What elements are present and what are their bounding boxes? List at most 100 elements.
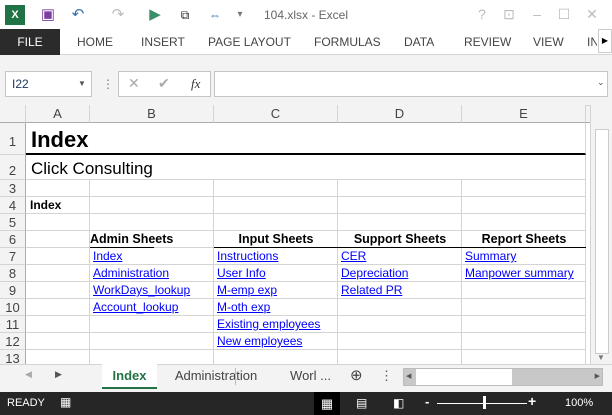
zoom-slider-thumb[interactable] <box>483 396 486 409</box>
minimize-icon[interactable]: – <box>525 6 549 22</box>
horizontal-scroll-thumb[interactable] <box>416 369 512 385</box>
row-header-9[interactable]: 9 <box>0 282 26 299</box>
cell[interactable] <box>462 123 586 155</box>
link-workdays-lookup[interactable]: WorkDays_lookup <box>90 282 190 299</box>
tab-inquire[interactable]: IN <box>587 29 597 55</box>
cell[interactable] <box>90 180 214 197</box>
sheet-tab-administration[interactable]: Administration <box>160 364 272 388</box>
cell[interactable] <box>90 333 214 350</box>
close-icon[interactable]: ✕ <box>580 6 604 23</box>
cell[interactable] <box>338 214 462 231</box>
tab-view[interactable]: VIEW <box>533 29 564 55</box>
page-layout-view-icon[interactable]: ▤ <box>356 396 367 410</box>
cell[interactable] <box>90 214 214 231</box>
cell[interactable] <box>338 197 462 214</box>
column-header-A[interactable]: A <box>26 105 90 123</box>
row-header-12[interactable]: 12 <box>0 333 26 350</box>
maximize-icon[interactable]: ☐ <box>552 6 576 23</box>
row-header-4[interactable]: 4 <box>0 197 26 214</box>
cell[interactable] <box>462 316 586 333</box>
sheet-tab-workdays[interactable]: Worl ... <box>282 364 339 388</box>
zoom-slider[interactable] <box>437 403 527 404</box>
vertical-scroll-thumb[interactable] <box>595 129 609 354</box>
tab-file[interactable]: FILE <box>0 29 60 55</box>
row-header-5[interactable]: 5 <box>0 214 26 231</box>
row-header-1[interactable]: 1 <box>0 123 26 155</box>
next-sheet-icon[interactable]: ▶ <box>55 369 62 380</box>
horizontal-scrollbar[interactable]: ◀ ▶ <box>403 368 603 386</box>
zoom-out-icon[interactable]: - <box>425 394 429 409</box>
enter-icon[interactable]: ✔ <box>158 75 170 92</box>
cell[interactable] <box>26 214 90 231</box>
cell[interactable] <box>214 197 338 214</box>
cell[interactable] <box>462 180 586 197</box>
cell[interactable] <box>214 350 338 364</box>
link-account-lookup[interactable]: Account_lookup <box>90 299 178 316</box>
expand-formula-icon[interactable]: ⌄ <box>597 77 605 88</box>
cell[interactable] <box>462 350 586 364</box>
name-box-dropdown-icon[interactable]: ▼ <box>78 71 86 97</box>
vertical-scrollbar[interactable]: ▼ <box>590 105 612 364</box>
cell[interactable] <box>338 123 462 155</box>
cell[interactable] <box>338 350 462 364</box>
ribbon-display-icon[interactable]: ⊡ <box>497 6 521 23</box>
scroll-left-icon[interactable]: ◀ <box>406 372 411 380</box>
cell[interactable] <box>26 282 90 299</box>
column-header-D[interactable]: D <box>338 105 462 123</box>
page-break-view-icon[interactable]: ◧ <box>393 396 404 410</box>
cell[interactable] <box>90 350 214 364</box>
link-existing-employees[interactable]: Existing employees <box>214 316 358 333</box>
cell[interactable] <box>26 299 90 316</box>
row-header-6[interactable]: 6 <box>0 231 26 248</box>
cell[interactable] <box>26 265 90 282</box>
zoom-level[interactable]: 100% <box>565 397 593 409</box>
cell[interactable] <box>462 197 586 214</box>
tab-formulas[interactable]: FORMULAS <box>314 29 381 55</box>
cancel-icon[interactable]: ✕ <box>128 75 140 92</box>
cell[interactable] <box>462 155 586 180</box>
link-instructions[interactable]: Instructions <box>214 248 358 265</box>
scroll-right-icon[interactable]: ▶ <box>595 372 600 380</box>
cell[interactable] <box>26 231 90 248</box>
row-header-3[interactable]: 3 <box>0 180 26 197</box>
column-header-C[interactable]: C <box>214 105 338 123</box>
link-index[interactable]: Index <box>90 248 174 265</box>
link-depreciation[interactable]: Depreciation <box>338 265 482 282</box>
link-user-info[interactable]: User Info <box>214 265 358 282</box>
cell[interactable] <box>462 333 586 350</box>
link-summary[interactable]: Summary <box>462 248 590 265</box>
cell[interactable] <box>90 316 214 333</box>
row-header-13[interactable]: 13 <box>0 350 26 364</box>
cell[interactable] <box>26 248 90 265</box>
link-m-emp-exp[interactable]: M-emp exp <box>214 282 358 299</box>
new-sheet-icon[interactable]: ⊕ <box>350 366 363 384</box>
tab-insert[interactable]: INSERT <box>141 29 185 55</box>
tab-page-layout[interactable]: PAGE LAYOUT <box>208 29 291 55</box>
tab-review[interactable]: REVIEW <box>464 29 511 55</box>
link-cer[interactable]: CER <box>338 248 482 265</box>
link-manpower-summary[interactable]: Manpower summary <box>462 265 590 282</box>
row-header-7[interactable]: 7 <box>0 248 26 265</box>
link-new-employees[interactable]: New employees <box>214 333 358 350</box>
cell[interactable] <box>214 214 338 231</box>
cell[interactable] <box>26 180 90 197</box>
cell[interactable] <box>26 350 90 364</box>
cell[interactable] <box>90 197 214 214</box>
row-header-2[interactable]: 2 <box>0 155 26 180</box>
cell[interactable] <box>462 214 586 231</box>
worksheet-grid[interactable]: A B C D E 1 2 3 4 5 6 7 8 9 10 11 12 13 Index Click Consult… <box>0 105 590 364</box>
formula-input[interactable] <box>214 71 608 97</box>
row-header-11[interactable]: 11 <box>0 316 26 333</box>
select-all-corner[interactable] <box>0 105 26 123</box>
cell[interactable] <box>26 333 90 350</box>
column-header-E[interactable]: E <box>462 105 586 123</box>
macro-record-icon[interactable]: ▦ <box>60 395 71 409</box>
tab-home[interactable]: HOME <box>77 29 113 55</box>
column-header-B[interactable]: B <box>90 105 214 123</box>
cell[interactable] <box>338 180 462 197</box>
zoom-in-icon[interactable]: + <box>528 393 536 409</box>
help-icon[interactable]: ? <box>470 6 494 22</box>
cell[interactable] <box>26 316 90 333</box>
cell[interactable] <box>214 180 338 197</box>
cell[interactable] <box>462 299 586 316</box>
